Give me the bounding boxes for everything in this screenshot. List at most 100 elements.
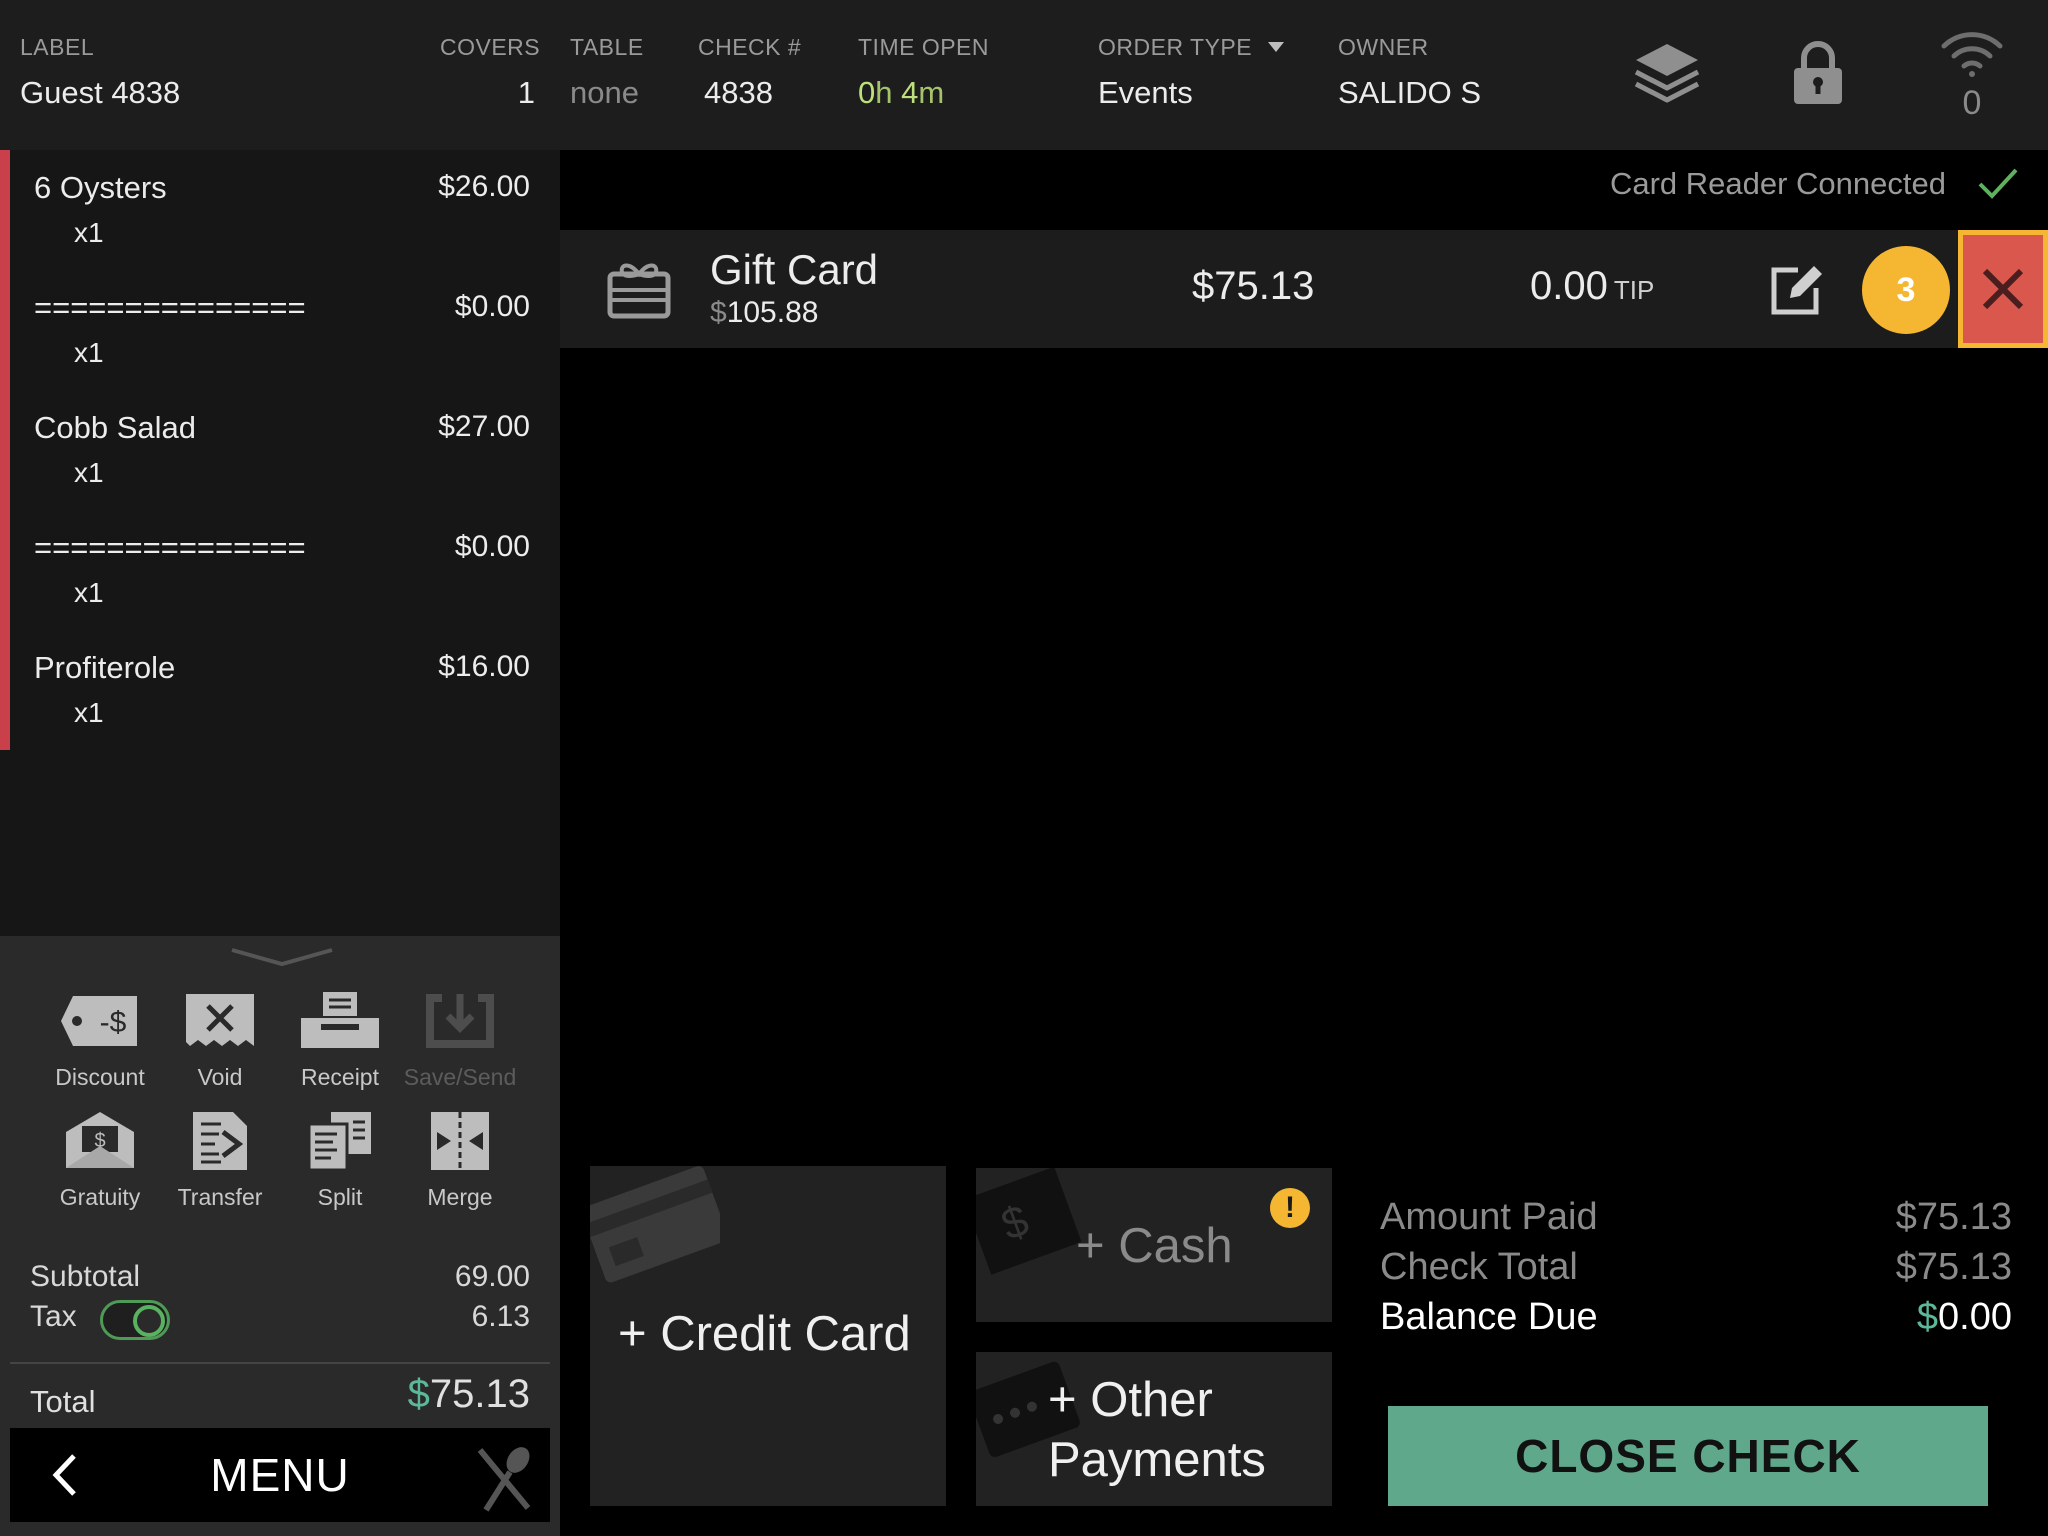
order-item[interactable]: =============== $0.00 x1	[34, 270, 530, 390]
order-item[interactable]: Profiterole $16.00 x1	[34, 630, 530, 750]
balance-due-row: Balance Due $0.00	[1380, 1296, 2012, 1339]
subtotal-row: Subtotal 69.00	[30, 1260, 530, 1294]
lock-icon[interactable]	[1790, 38, 1846, 108]
discount-button[interactable]: -$ Discount	[40, 990, 160, 1091]
label-title: LABEL	[20, 34, 95, 60]
wifi-count: 0	[1962, 84, 1982, 122]
table-field[interactable]: TABLE none	[570, 34, 644, 111]
other-payments-label-line2: Payments	[1048, 1433, 1266, 1487]
time-open-value: 0h 4m	[858, 75, 989, 111]
amount-paid-row: Amount Paid $75.13	[1380, 1196, 2012, 1239]
time-minutes: 4	[901, 75, 919, 110]
other-payments-button[interactable]: + Other Payments	[976, 1352, 1332, 1506]
close-check-button[interactable]: CLOSE CHECK	[1388, 1406, 1988, 1506]
owner-field[interactable]: OWNER SALIDO S	[1338, 34, 1481, 111]
table-value: none	[570, 75, 639, 110]
merge-button[interactable]: Merge	[400, 1110, 520, 1211]
save-send-button[interactable]: Save/Send	[400, 990, 520, 1091]
transfer-button[interactable]: Transfer	[160, 1110, 280, 1211]
item-qty: x1	[74, 217, 104, 248]
check-number-title: CHECK #	[698, 34, 802, 60]
payment-balance: $105.88	[710, 296, 819, 329]
owner-title: OWNER	[1338, 34, 1429, 60]
void-label: Void	[197, 1064, 243, 1090]
cash-bill-icon: $	[976, 1168, 1082, 1275]
item-name: Cobb Salad	[34, 410, 197, 445]
check-icon	[1978, 168, 2018, 199]
payment-row[interactable]: Gift Card $105.88 $75.13 0.00 TIP	[560, 230, 2048, 348]
credit-card-button[interactable]: + Credit Card	[590, 1166, 946, 1506]
covers-field[interactable]: COVERS 1	[440, 34, 540, 111]
check-number-value: 4838	[704, 75, 773, 110]
item-price: $0.00	[454, 530, 530, 563]
item-price: $0.00	[454, 290, 530, 323]
check-header: LABEL Guest 4838 COVERS 1 TABLE none CHE…	[0, 0, 2048, 150]
covers-value: 1	[517, 75, 535, 110]
order-item[interactable]: 6 Oysters $26.00 x1	[34, 150, 530, 270]
remove-payment-button[interactable]	[1958, 230, 2048, 348]
order-type-dropdown[interactable]: ORDER TYPE Events	[1098, 34, 1285, 111]
item-qty: x1	[74, 697, 104, 728]
time-minutes-unit: m	[918, 75, 945, 110]
transfer-doc-icon	[193, 1112, 247, 1170]
check-total-row: Check Total $75.13	[1380, 1246, 2012, 1289]
item-price: $26.00	[438, 170, 530, 203]
check-number-field: CHECK # 4838	[698, 34, 801, 111]
time-hours-unit: h	[875, 75, 902, 110]
balance-due-value: $0.00	[1916, 1296, 2012, 1338]
payment-type: Gift Card	[710, 246, 879, 293]
tax-label: Tax	[30, 1300, 77, 1333]
receipt-button[interactable]: Receipt	[280, 990, 400, 1091]
gratuity-label: Gratuity	[59, 1184, 141, 1210]
item-qty: x1	[74, 337, 104, 368]
order-item[interactable]: Cobb Salad $27.00 x1	[34, 390, 530, 510]
cash-button[interactable]: $ + Cash !	[976, 1168, 1332, 1322]
gift-card-icon	[607, 263, 671, 319]
collapse-chevron-icon[interactable]	[230, 946, 334, 968]
table-title: TABLE	[570, 34, 644, 60]
svg-text:-$: -$	[100, 1006, 127, 1039]
merge-icon	[431, 1112, 489, 1170]
split-docs-icon	[307, 1112, 371, 1172]
item-price: $16.00	[438, 650, 530, 683]
menu-button[interactable]: MENU	[10, 1428, 550, 1522]
amount-paid-value: $75.13	[1895, 1196, 2012, 1238]
tax-toggle[interactable]	[100, 1300, 170, 1340]
time-open-title: TIME OPEN	[858, 34, 990, 60]
payment-amount: $75.13	[1192, 264, 1315, 308]
gratuity-envelope-icon: $	[66, 1112, 134, 1168]
item-price: $27.00	[438, 410, 530, 443]
close-icon	[1982, 268, 2024, 310]
order-type-value: Events	[1098, 75, 1193, 110]
split-button[interactable]: Split	[280, 1110, 400, 1211]
order-item[interactable]: =============== $0.00 x1	[34, 510, 530, 630]
card-reader-status: Card Reader Connected	[1609, 166, 1946, 201]
credit-card-label: + Credit Card	[618, 1307, 911, 1361]
layers-icon[interactable]	[1632, 40, 1702, 108]
time-hours: 0	[858, 75, 876, 110]
save-send-label: Save/Send	[403, 1064, 517, 1090]
merge-label: Merge	[427, 1184, 493, 1210]
gratuity-button[interactable]: $ Gratuity	[40, 1110, 160, 1211]
edit-icon[interactable]	[1770, 264, 1826, 316]
discount-label: Discount	[55, 1064, 145, 1090]
item-name: 6 Oysters	[34, 170, 167, 205]
credit-card-icon	[590, 1166, 720, 1283]
order-type-title: ORDER TYPE	[1098, 34, 1285, 61]
payment-tip[interactable]: 0.00 TIP	[1530, 264, 1654, 309]
printer-icon	[301, 992, 379, 1048]
receipt-label: Receipt	[301, 1064, 379, 1090]
amount-paid-label: Amount Paid	[1380, 1196, 1598, 1238]
order-panel: 6 Oysters $26.00 x1 =============== $0.0…	[0, 150, 560, 1536]
seat-accent-bar	[0, 150, 10, 750]
total-value: $75.13	[407, 1372, 530, 1416]
void-button[interactable]: Void	[160, 990, 280, 1091]
check-total-label: Check Total	[1380, 1246, 1578, 1288]
label-field[interactable]: LABEL Guest 4838	[20, 34, 180, 111]
tax-toggle-knob	[133, 1305, 165, 1337]
wifi-icon	[1941, 32, 2003, 77]
other-payments-label-line1: + Other	[1048, 1373, 1213, 1427]
warning-icon: !	[1270, 1188, 1310, 1228]
label-value: Guest 4838	[20, 75, 181, 110]
order-items-list[interactable]: 6 Oysters $26.00 x1 =============== $0.0…	[0, 150, 560, 936]
